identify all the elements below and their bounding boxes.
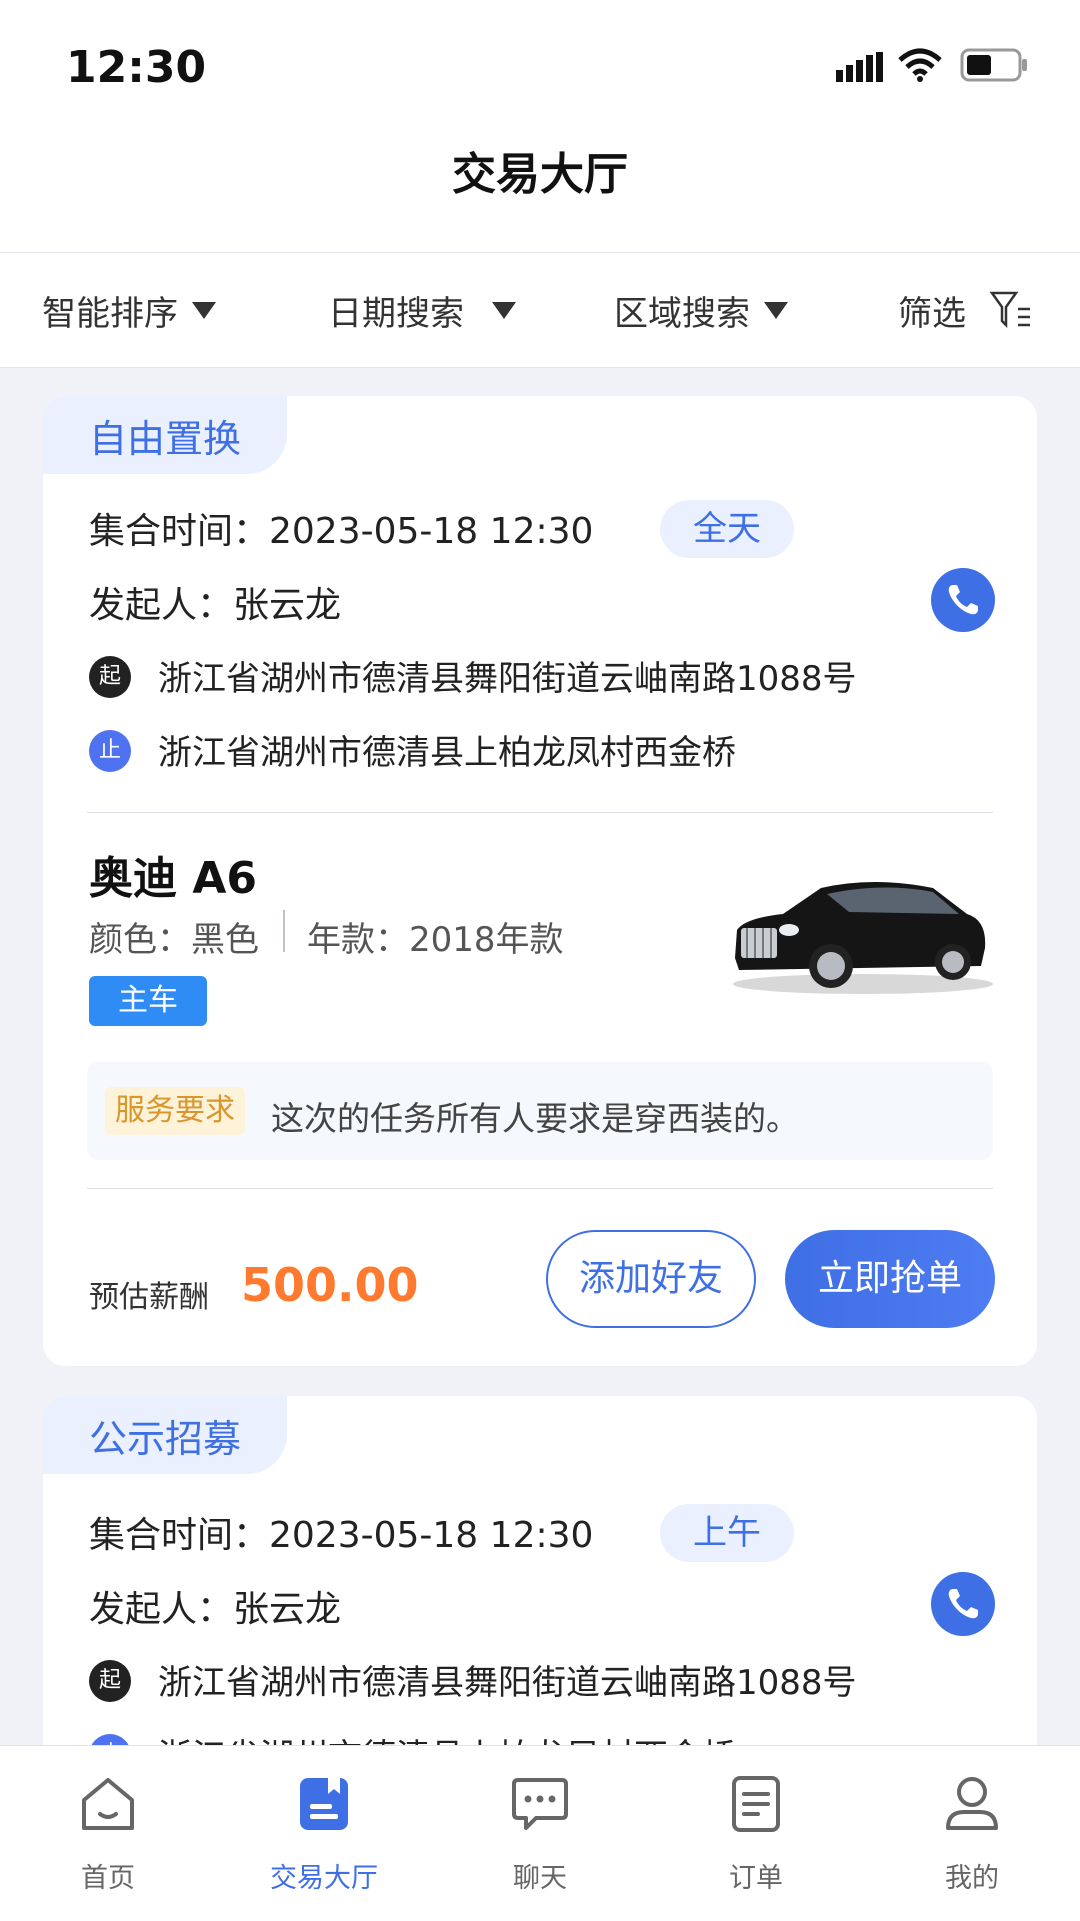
grab-order-button[interactable]: 立即抢单	[785, 1230, 995, 1328]
call-button[interactable]	[931, 568, 995, 632]
filter-region-search[interactable]: 区域搜索	[614, 253, 788, 367]
car-image	[733, 882, 993, 994]
tab-chat[interactable]: 聊天	[432, 1746, 648, 1921]
caret-down-icon	[492, 301, 516, 319]
caret-down-icon	[192, 301, 216, 319]
filter-screen-label: 筛选	[898, 293, 966, 334]
tab-profile[interactable]: 我的	[864, 1746, 1080, 1921]
start-marker: 起	[89, 656, 131, 698]
service-requirement-text: 这次的任务所有人要求是穿西装的。	[271, 1099, 799, 1138]
end-address: 浙江省湖州市德清县上柏龙凤村西金桥	[158, 733, 736, 773]
filter-date-search-label: 日期搜索	[328, 293, 464, 334]
phone-icon	[948, 1589, 978, 1619]
divider	[87, 812, 993, 813]
trade-hall-icon	[300, 1778, 348, 1830]
tab-home-label: 首页	[81, 1863, 135, 1894]
initiator: 发起人：张云龙	[89, 585, 342, 626]
start-marker: 起	[89, 1660, 131, 1702]
filter-smart-sort[interactable]: 智能排序	[42, 253, 216, 367]
bottom-tab-bar: 首页 交易大厅 聊天 订单 我的	[0, 1745, 1080, 1921]
filter-bar: 智能排序 日期搜索 区域搜索 筛选	[0, 252, 1080, 368]
service-requirement-box: 服务要求 这次的任务所有人要求是穿西装的。	[87, 1062, 993, 1160]
phone-icon	[948, 585, 978, 615]
top-bar: 12:30 交易大厅	[0, 0, 1080, 252]
tab-trade-hall[interactable]: 交易大厅	[216, 1746, 432, 1921]
add-friend-button[interactable]: 添加好友	[546, 1230, 756, 1328]
tab-profile-label: 我的	[945, 1863, 999, 1894]
main-car-badge: 主车	[89, 976, 207, 1026]
car-color: 颜色：黑色	[89, 920, 259, 960]
gathering-time: 集合时间：2023-05-18 12:30	[89, 511, 594, 552]
spec-separator	[283, 910, 285, 952]
tab-trade-hall-label: 交易大厅	[270, 1863, 378, 1894]
start-address: 浙江省湖州市德清县舞阳街道云岫南路1088号	[158, 1663, 857, 1703]
tab-home[interactable]: 首页	[0, 1746, 216, 1921]
tab-orders[interactable]: 订单	[648, 1746, 864, 1921]
end-marker: 止	[89, 730, 131, 772]
page-title: 交易大厅	[452, 149, 628, 200]
tab-chat-label: 聊天	[513, 1863, 567, 1894]
gathering-time: 集合时间：2023-05-18 12:30	[89, 1515, 594, 1556]
filter-region-search-label: 区域搜索	[614, 293, 750, 334]
filter-smart-sort-label: 智能排序	[42, 293, 178, 334]
car-year: 年款：2018年款	[307, 920, 564, 960]
divider	[87, 1188, 993, 1189]
reward-amount: 500.00	[241, 1258, 419, 1312]
battery-icon	[960, 48, 1027, 82]
reward-label: 预估薪酬	[89, 1280, 209, 1315]
filter-date-search[interactable]: 日期搜索	[328, 253, 516, 367]
filter-screen[interactable]: 筛选	[898, 253, 1034, 367]
task-card[interactable]: 自由置换 集合时间：2023-05-18 12:30 全天 发起人：张云龙 起 …	[43, 396, 1037, 1366]
profile-icon	[946, 1777, 998, 1830]
card-type-tag: 公示招募	[43, 1396, 288, 1474]
time-period-pill: 全天	[660, 500, 794, 558]
tab-orders-label: 订单	[729, 1863, 783, 1894]
service-requirement-label: 服务要求	[105, 1087, 245, 1135]
home-icon	[82, 1778, 134, 1830]
car-model: 奥迪 A6	[89, 853, 257, 904]
task-card[interactable]: 公示招募 集合时间：2023-05-18 12:30 上午 发起人：张云龙 起 …	[43, 1396, 1037, 1796]
card-type-tag: 自由置换	[43, 396, 288, 474]
time-period-pill: 上午	[660, 1504, 794, 1562]
cellular-signal-icon	[836, 52, 883, 82]
status-time: 12:30	[66, 42, 207, 93]
chat-icon	[512, 1778, 568, 1830]
caret-down-icon	[764, 301, 788, 319]
order-icon	[732, 1776, 780, 1832]
start-address: 浙江省湖州市德清县舞阳街道云岫南路1088号	[158, 659, 857, 699]
wifi-icon	[898, 48, 942, 82]
initiator: 发起人：张云龙	[89, 1589, 342, 1630]
filter-funnel-icon	[989, 291, 1030, 329]
call-button[interactable]	[931, 1572, 995, 1636]
